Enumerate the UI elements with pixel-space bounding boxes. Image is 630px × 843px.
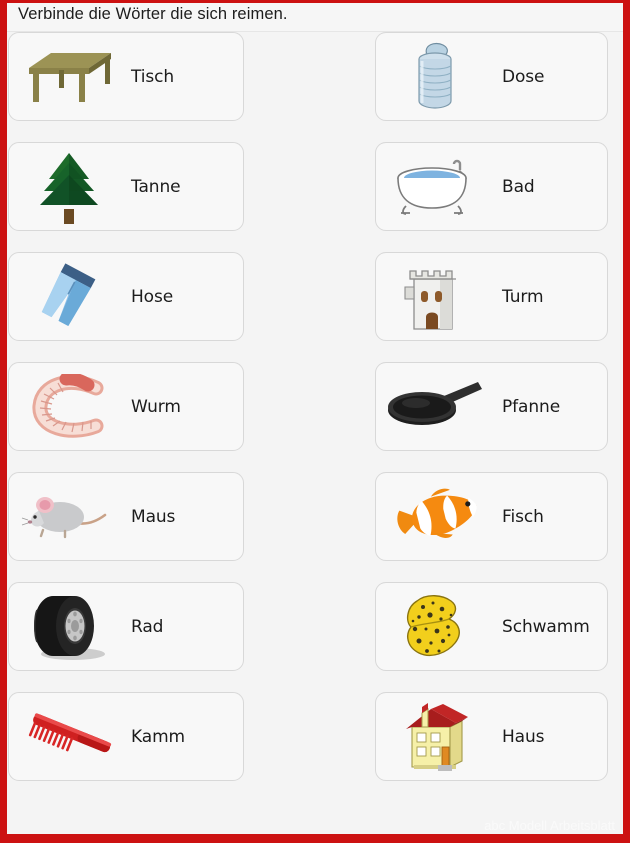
word-label: Wurm bbox=[131, 396, 181, 417]
left-column: Tisch Tanne Hose Wurm Maus Rad Kamm bbox=[8, 32, 244, 802]
mouse-icon bbox=[17, 477, 121, 557]
tire-icon bbox=[17, 587, 121, 667]
jeans-icon bbox=[17, 257, 121, 337]
word-card-turm[interactable]: Turm bbox=[375, 252, 608, 341]
word-label: Schwamm bbox=[502, 616, 590, 637]
word-card-hose[interactable]: Hose bbox=[8, 252, 244, 341]
table-icon bbox=[17, 37, 121, 117]
bathtub-icon bbox=[384, 147, 488, 227]
word-label: Maus bbox=[131, 506, 176, 527]
word-label: Rad bbox=[131, 616, 164, 637]
word-card-haus[interactable]: Haus bbox=[375, 692, 608, 781]
word-card-schwamm[interactable]: Schwamm bbox=[375, 582, 608, 671]
word-card-tanne[interactable]: Tanne bbox=[8, 142, 244, 231]
word-label: Pfanne bbox=[502, 396, 561, 417]
sponge-icon bbox=[384, 587, 488, 667]
word-card-maus[interactable]: Maus bbox=[8, 472, 244, 561]
worksheet-page: Verbinde die Wörter die sich reimen. Tis… bbox=[0, 0, 630, 843]
tin-can-icon bbox=[384, 37, 488, 117]
cards-board: Tisch Tanne Hose Wurm Maus Rad Kamm Dose… bbox=[7, 32, 623, 834]
word-label: Dose bbox=[502, 66, 545, 87]
frying-pan-icon bbox=[384, 367, 488, 447]
right-column: Dose Bad Turm Pfanne Fisch Schwamm Haus bbox=[375, 32, 608, 802]
page-title: Verbinde die Wörter die sich reimen. bbox=[18, 5, 288, 23]
word-card-kamm[interactable]: Kamm bbox=[8, 692, 244, 781]
worksheet-header: Verbinde die Wörter die sich reimen. bbox=[7, 3, 623, 32]
worm-icon bbox=[17, 367, 121, 447]
word-label: Tisch bbox=[131, 66, 175, 87]
word-card-dose[interactable]: Dose bbox=[375, 32, 608, 121]
word-card-pfanne[interactable]: Pfanne bbox=[375, 362, 608, 451]
house-icon bbox=[384, 697, 488, 777]
comb-icon bbox=[17, 697, 121, 777]
word-card-tisch[interactable]: Tisch bbox=[8, 32, 244, 121]
word-card-rad[interactable]: Rad bbox=[8, 582, 244, 671]
word-label: Turm bbox=[502, 286, 544, 307]
word-label: Kamm bbox=[131, 726, 185, 747]
word-label: Bad bbox=[502, 176, 535, 197]
fir-tree-icon bbox=[17, 147, 121, 227]
word-label: Fisch bbox=[502, 506, 544, 527]
worksheet-sheet: Verbinde die Wörter die sich reimen. Tis… bbox=[7, 3, 623, 834]
word-label: Tanne bbox=[131, 176, 181, 197]
word-card-bad[interactable]: Bad bbox=[375, 142, 608, 231]
tower-icon bbox=[384, 257, 488, 337]
word-card-fisch[interactable]: Fisch bbox=[375, 472, 608, 561]
word-card-wurm[interactable]: Wurm bbox=[8, 362, 244, 451]
clownfish-icon bbox=[384, 477, 488, 557]
word-label: Hose bbox=[131, 286, 174, 307]
word-label: Haus bbox=[502, 726, 545, 747]
